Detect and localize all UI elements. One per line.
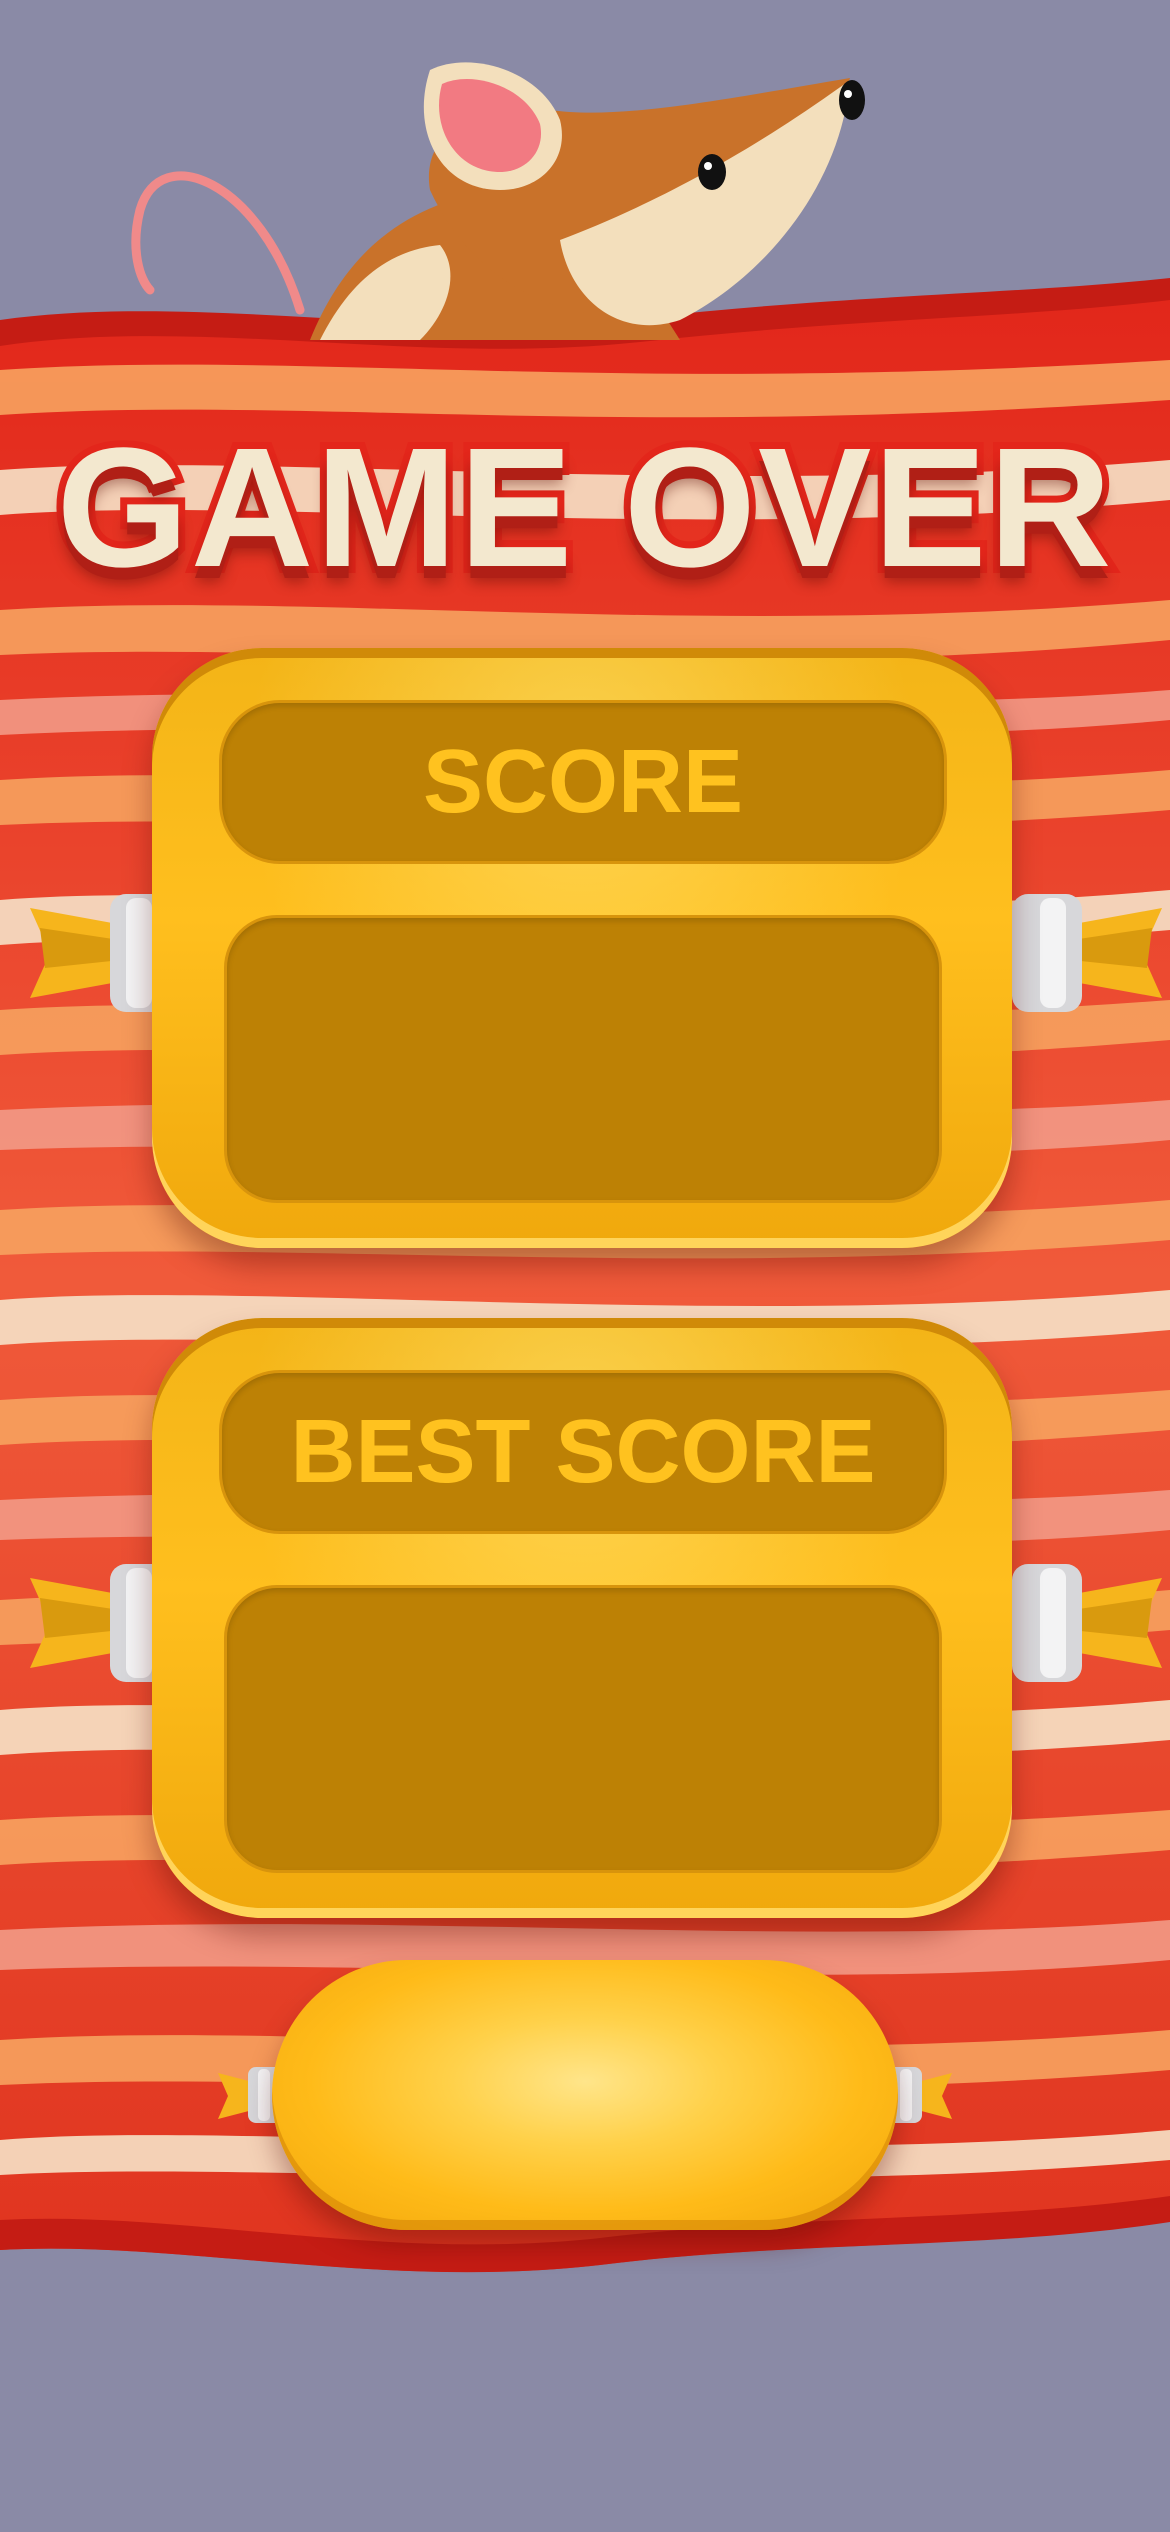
sausage-wrap-right-icon (1012, 1564, 1162, 1682)
score-panel: SCORE (152, 648, 1012, 1248)
best-score-label: BEST SCORE (222, 1373, 944, 1531)
sausage-wrap-right-icon (1012, 894, 1162, 1012)
play-again-button[interactable] (272, 1960, 898, 2230)
best-score-panel: BEST SCORE (152, 1318, 1012, 1918)
score-label: SCORE (222, 703, 944, 861)
game-over-screen: GAME OVER SCORE BEST SCORE (0, 0, 1170, 2532)
best-score-value (227, 1588, 939, 1870)
score-value (227, 918, 939, 1200)
mouse-icon (131, 62, 865, 340)
game-over-title: GAME OVER (49, 406, 1118, 610)
